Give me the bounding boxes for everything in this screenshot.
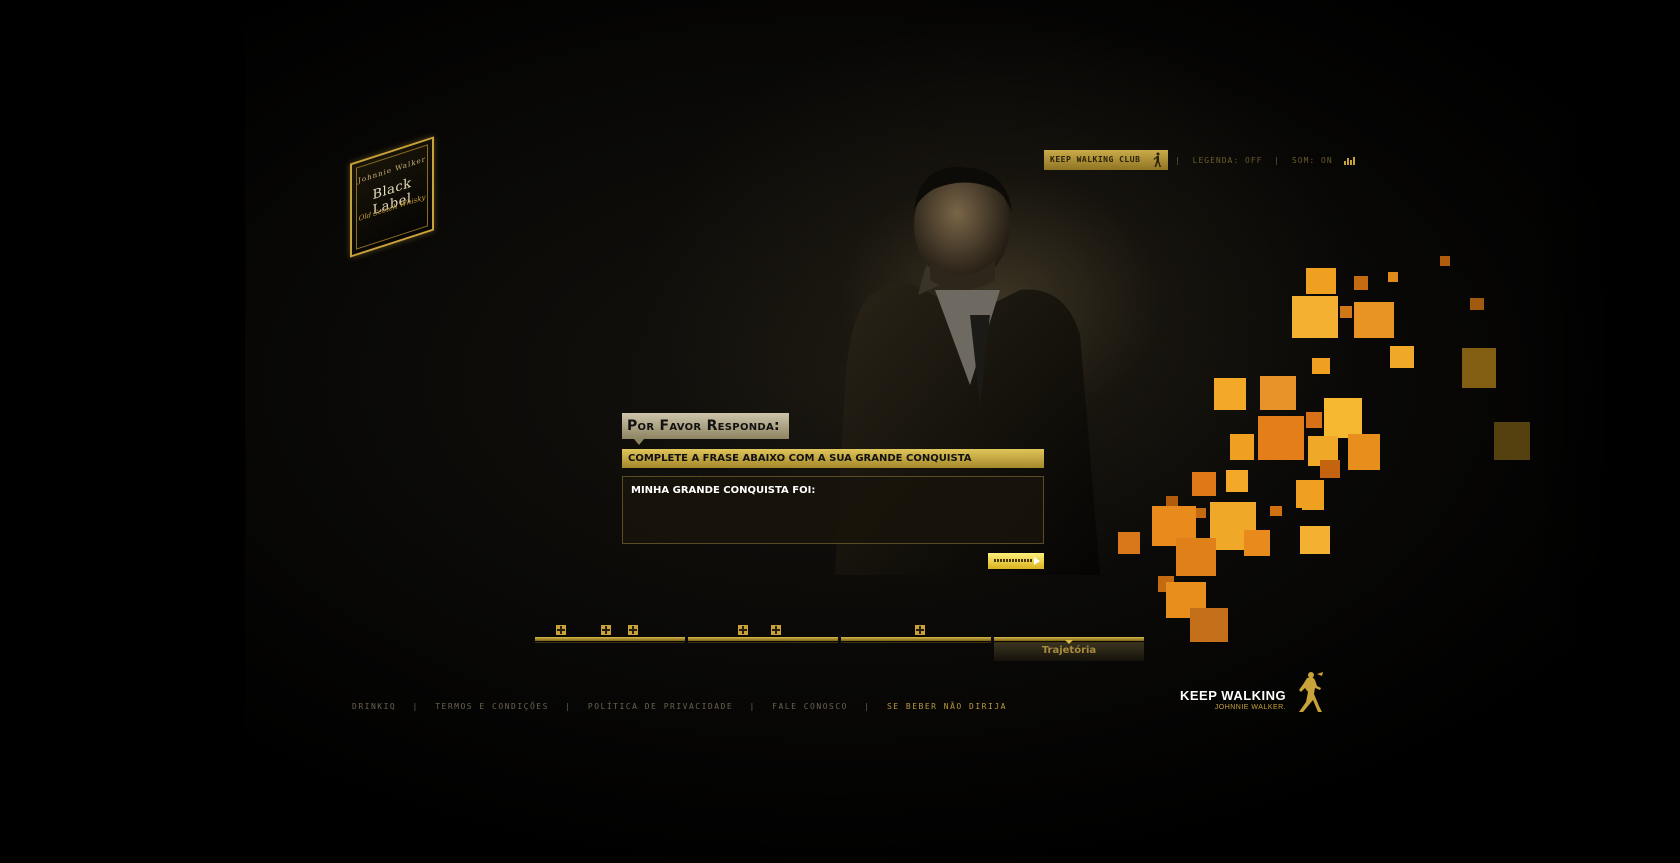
sound-equalizer-icon[interactable]: [1344, 156, 1356, 165]
submit-button[interactable]: [988, 553, 1044, 569]
submit-dots: [994, 559, 1032, 562]
fire-mosaic: [1110, 250, 1530, 642]
top-nav: | LEGENDA: OFF | SOM: ON: [1175, 156, 1362, 165]
timeline-plus-icon[interactable]: [628, 625, 638, 635]
left-margin: [0, 0, 245, 863]
striding-man-icon: [1153, 152, 1161, 167]
answer-label: MINHA GRANDE CONQUISTA FOI:: [631, 485, 816, 496]
footer-warning: SE BEBER NÃO DIRIJA: [886, 702, 1007, 711]
logo-sub: JOHNNIE WALKER.: [1214, 704, 1287, 711]
striding-man-icon: [1299, 672, 1323, 712]
nav-separator: |: [1175, 156, 1181, 165]
keep-walking-logo[interactable]: KEEP WALKING JOHNNIE WALKER.: [1180, 688, 1286, 711]
nav-separator: |: [1274, 156, 1281, 165]
form-title: Por Favor Responda:: [622, 413, 789, 445]
footer-link-termos[interactable]: TERMOS E CONDIÇÕES: [435, 702, 549, 711]
timeline-plus-icon[interactable]: [601, 625, 611, 635]
timeline-plus-icon[interactable]: [771, 625, 781, 635]
footer-separator: |: [749, 702, 756, 711]
form-instruction: COMPLETE A FRASE ABAIXO COM A SUA GRANDE…: [622, 449, 1044, 483]
timeline-segment[interactable]: [841, 637, 991, 643]
footer-link-fale-conosco[interactable]: FALE CONOSCO: [772, 702, 848, 711]
timeline-segment[interactable]: [688, 637, 838, 643]
footer-link-privacidade[interactable]: POLÍTICA DE PRIVACIDADE: [588, 702, 733, 711]
legenda-toggle[interactable]: LEGENDA: OFF: [1193, 156, 1263, 165]
arrow-right-icon: [1034, 557, 1040, 565]
timeline-plus-icon[interactable]: [556, 625, 566, 635]
footer-link-drinkiq[interactable]: DRINKIQ: [352, 702, 396, 711]
footer-separator: |: [864, 702, 871, 711]
tab-trajetoria[interactable]: Trajetória: [994, 640, 1144, 661]
answer-box[interactable]: MINHA GRANDE CONQUISTA FOI:: [622, 476, 1044, 544]
right-margin: [1530, 0, 1680, 863]
som-toggle[interactable]: SOM: ON: [1292, 156, 1333, 165]
timeline-segment[interactable]: [535, 637, 685, 643]
footer-separator: |: [412, 702, 419, 711]
footer-links: DRINKIQ | TERMOS E CONDIÇÕES | POLÍTICA …: [352, 702, 1007, 711]
timeline-plus-icon[interactable]: [915, 625, 925, 635]
answer-input[interactable]: [631, 501, 1037, 541]
timeline-plus-icon[interactable]: [738, 625, 748, 635]
footer-separator: |: [565, 702, 572, 711]
logo-main: KEEP WALKING: [1180, 688, 1287, 703]
club-label: KEEP WALKING CLUB: [1050, 155, 1141, 164]
